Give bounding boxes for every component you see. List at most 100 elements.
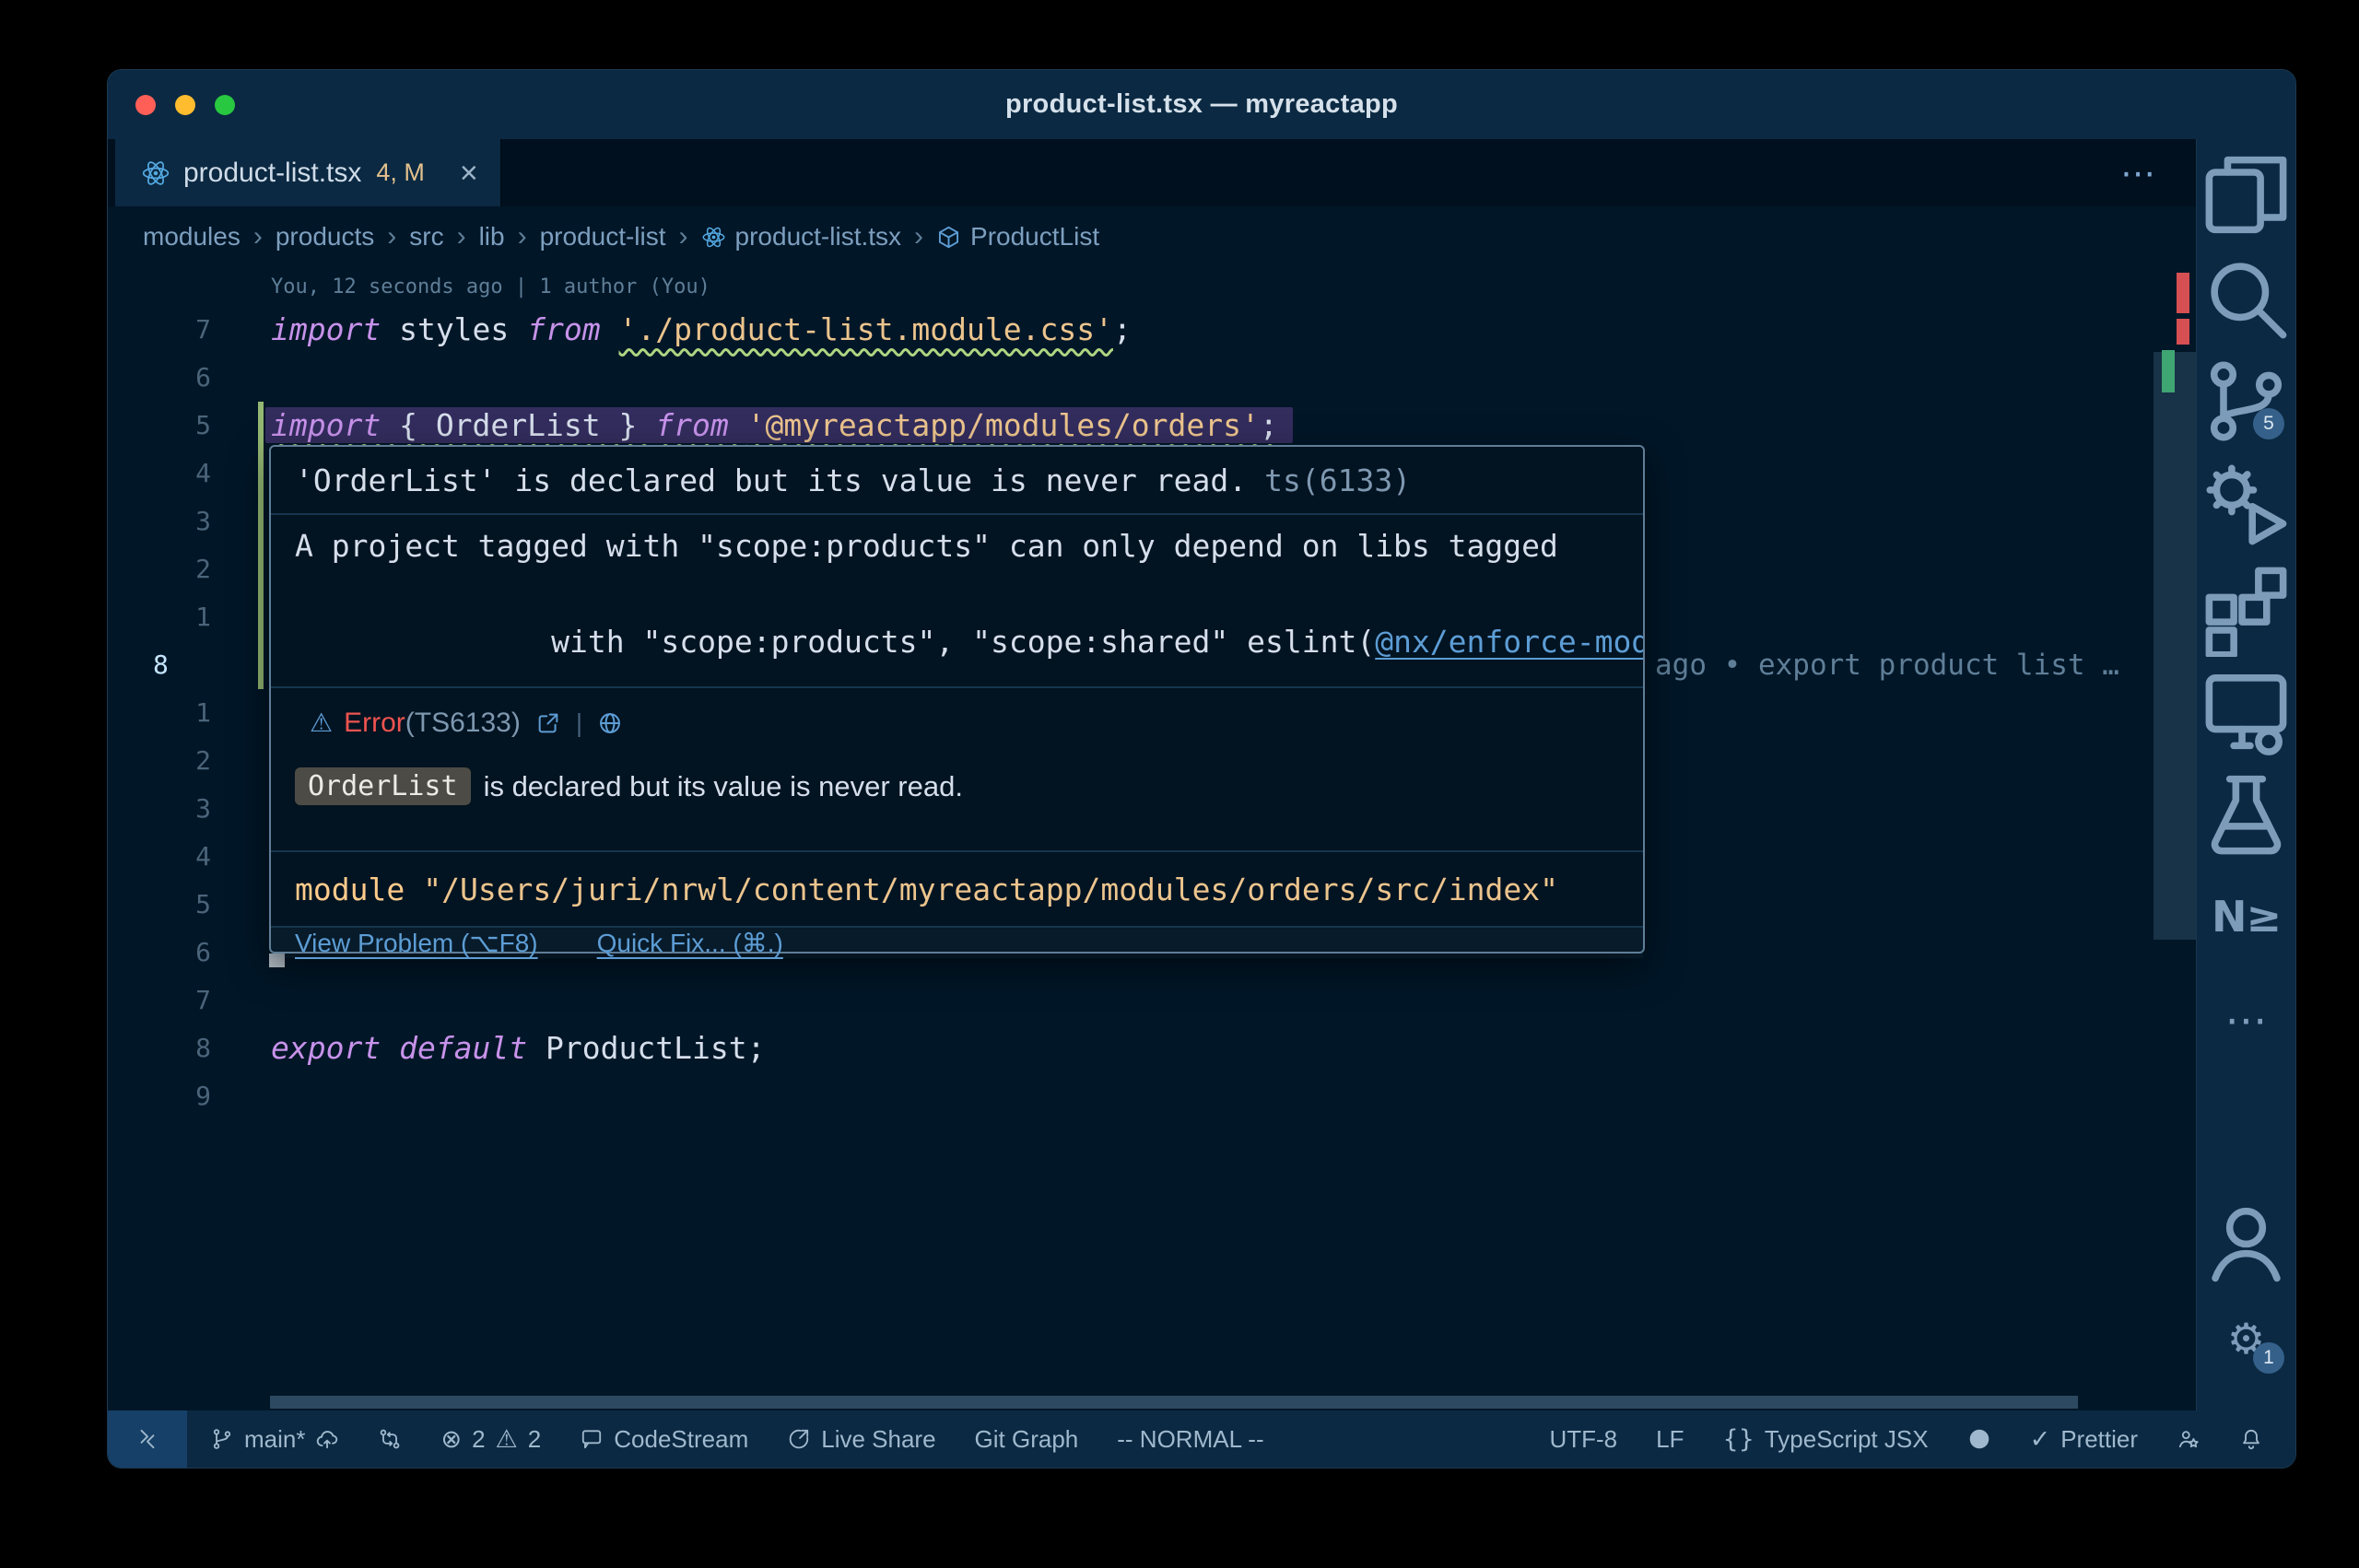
warning-icon: ⚠ <box>496 1427 518 1452</box>
status-git-branch[interactable]: main* <box>191 1410 358 1468</box>
status-feedback[interactable] <box>2157 1410 2220 1468</box>
gitlens-blame-header: You, 12 seconds ago | 1 author (You) <box>271 269 710 306</box>
inline-blame-annotation: ago • export product list … <box>1655 641 2119 689</box>
status-github[interactable] <box>1948 1410 2011 1468</box>
feedback-icon <box>2177 1427 2201 1451</box>
tab-product-list[interactable]: product-list.tsx 4, M × <box>115 139 501 206</box>
codestream-icon <box>580 1427 604 1451</box>
breadcrumb-item-product-list[interactable]: product-list <box>540 222 666 252</box>
error-severity-icon: ⚠ <box>310 710 333 736</box>
code-line: import { OrderList } from '@myreactapp/m… <box>271 402 1293 450</box>
activity-extensions[interactable] <box>2197 556 2295 659</box>
line-number[interactable]: 7 <box>108 306 211 354</box>
horizontal-scrollbar[interactable] <box>270 1396 2078 1409</box>
titlebar: product-list.tsx — myreactapp <box>108 70 2295 139</box>
line-number[interactable]: 5 <box>108 881 211 929</box>
diagnostic-hover-popup: 'OrderList' is declared but its value is… <box>269 445 1645 954</box>
bell-icon <box>2239 1427 2263 1451</box>
line-number[interactable]: 6 <box>108 354 211 402</box>
hover-eslint-message: A project tagged with "scope:products" c… <box>271 513 1643 686</box>
activity-run-and-debug[interactable] <box>2197 452 2295 556</box>
activity-explorer[interactable] <box>2197 143 2295 246</box>
error-icon: ⊗ <box>440 1427 462 1452</box>
breadcrumb-item-lib[interactable]: lib <box>479 222 505 252</box>
status-language-mode[interactable]: {}TypeScript JSX <box>1703 1410 1947 1468</box>
chevron-right-icon: › <box>679 221 688 252</box>
maximize-window-button[interactable] <box>215 95 235 115</box>
editor-code-area[interactable]: You, 12 seconds ago | 1 author (You) ago… <box>108 267 2196 1410</box>
gutter-change-indicator <box>258 402 264 689</box>
activity-manage[interactable]: ⚙1 <box>2197 1291 2295 1387</box>
line-number[interactable]: 4 <box>108 450 211 497</box>
line-number[interactable]: 8 <box>108 641 227 689</box>
compare-icon <box>378 1427 402 1451</box>
react-icon <box>701 225 726 250</box>
error-code: (TS6133) <box>405 708 521 739</box>
line-number[interactable]: 4 <box>108 833 211 881</box>
hover-ts-message: 'OrderList' is declared but its value is… <box>271 447 1643 513</box>
eslint-rule-link[interactable]: @nx/enforce-module- <box>1375 624 1643 660</box>
status-eol[interactable]: LF <box>1637 1410 1703 1468</box>
line-number[interactable]: 2 <box>108 545 211 593</box>
status-git-graph[interactable]: Git Graph <box>956 1410 1098 1468</box>
eslint-line: with "scope:products", "scope:shared" es… <box>295 570 1619 686</box>
activity-additional-views[interactable]: ⋯ <box>2197 968 2295 1071</box>
status-vim-mode[interactable]: -- NORMAL -- <box>1097 1410 1283 1468</box>
line-number[interactable]: 1 <box>108 593 211 641</box>
chevron-right-icon: › <box>387 221 396 252</box>
braces-icon: {} <box>1722 1427 1754 1452</box>
activity-testing[interactable] <box>2197 762 2295 865</box>
editor-actions: ⋯ <box>1914 139 2196 206</box>
view-problem-button[interactable]: View Problem (⌥F8) <box>295 928 538 958</box>
symbol-chip: OrderList <box>295 767 471 805</box>
activity-search[interactable] <box>2197 246 2295 349</box>
vscode-window: product-list.tsx — myreactapp product-li… <box>107 69 2296 1469</box>
line-number[interactable]: 9 <box>108 1072 211 1120</box>
activity-accounts[interactable] <box>2197 1195 2295 1291</box>
activity-remote-explorer[interactable] <box>2197 659 2295 762</box>
status-prettier[interactable]: ✓Prettier <box>2011 1410 2157 1468</box>
hover-module-path: module "/Users/juri/nrwl/content/myreact… <box>271 850 1643 926</box>
status-codestream[interactable]: CodeStream <box>560 1410 768 1468</box>
breadcrumb-item-productlist[interactable]: ProductList <box>936 222 1099 252</box>
vertical-scrollbar[interactable] <box>2154 352 2196 940</box>
quick-fix-button[interactable]: Quick Fix... (⌘.) <box>597 928 783 958</box>
status-problems[interactable]: ⊗2⚠2 <box>421 1410 560 1468</box>
globe-icon[interactable] <box>597 710 623 736</box>
chevron-right-icon: › <box>914 221 923 252</box>
activity-nx-console[interactable]: N≥ <box>2197 865 2295 968</box>
line-number[interactable]: 6 <box>108 929 211 977</box>
minimize-window-button[interactable] <box>175 95 195 115</box>
breadcrumb-item-modules[interactable]: modules <box>143 222 241 252</box>
line-number[interactable]: 8 <box>108 1024 211 1072</box>
line-number[interactable]: 2 <box>108 737 211 785</box>
status-bar: main* ⊗2⚠2CodeStreamLive ShareGit Graph--… <box>108 1410 2295 1468</box>
breadcrumb-item-product-list-tsx[interactable]: product-list.tsx <box>701 222 902 252</box>
breadcrumb: modules›products›src›lib›product-list›pr… <box>108 206 2196 267</box>
separator: | <box>576 708 582 738</box>
close-window-button[interactable] <box>135 95 156 115</box>
module-keyword: module <box>295 872 405 907</box>
more-actions-button[interactable]: ⋯ <box>2120 156 2155 191</box>
line-number[interactable]: 7 <box>108 977 211 1024</box>
line-number[interactable]: 3 <box>108 785 211 833</box>
breadcrumb-item-src[interactable]: src <box>409 222 443 252</box>
live-share-icon <box>787 1427 811 1451</box>
overview-ruler-change-mark <box>2162 350 2175 392</box>
status-remote[interactable] <box>108 1410 187 1468</box>
status-live-share[interactable]: Live Share <box>768 1410 955 1468</box>
line-number[interactable]: 5 <box>108 402 211 450</box>
status-gitlens-compare[interactable] <box>358 1410 421 1468</box>
chevron-right-icon: › <box>253 221 263 252</box>
overview-ruler-error-mark <box>2177 273 2189 313</box>
line-number[interactable]: 3 <box>108 497 211 545</box>
open-docs-icon[interactable] <box>535 710 561 736</box>
tab-close-icon[interactable]: × <box>460 158 478 189</box>
line-number[interactable]: 1 <box>108 689 211 737</box>
breadcrumb-item-products[interactable]: products <box>276 222 374 252</box>
react-icon <box>141 158 170 188</box>
status-notifications[interactable] <box>2220 1410 2283 1468</box>
status-encoding[interactable]: UTF-8 <box>1530 1410 1637 1468</box>
activity-source-control[interactable]: 5 <box>2197 349 2295 452</box>
overview-ruler-error-mark <box>2177 319 2189 345</box>
